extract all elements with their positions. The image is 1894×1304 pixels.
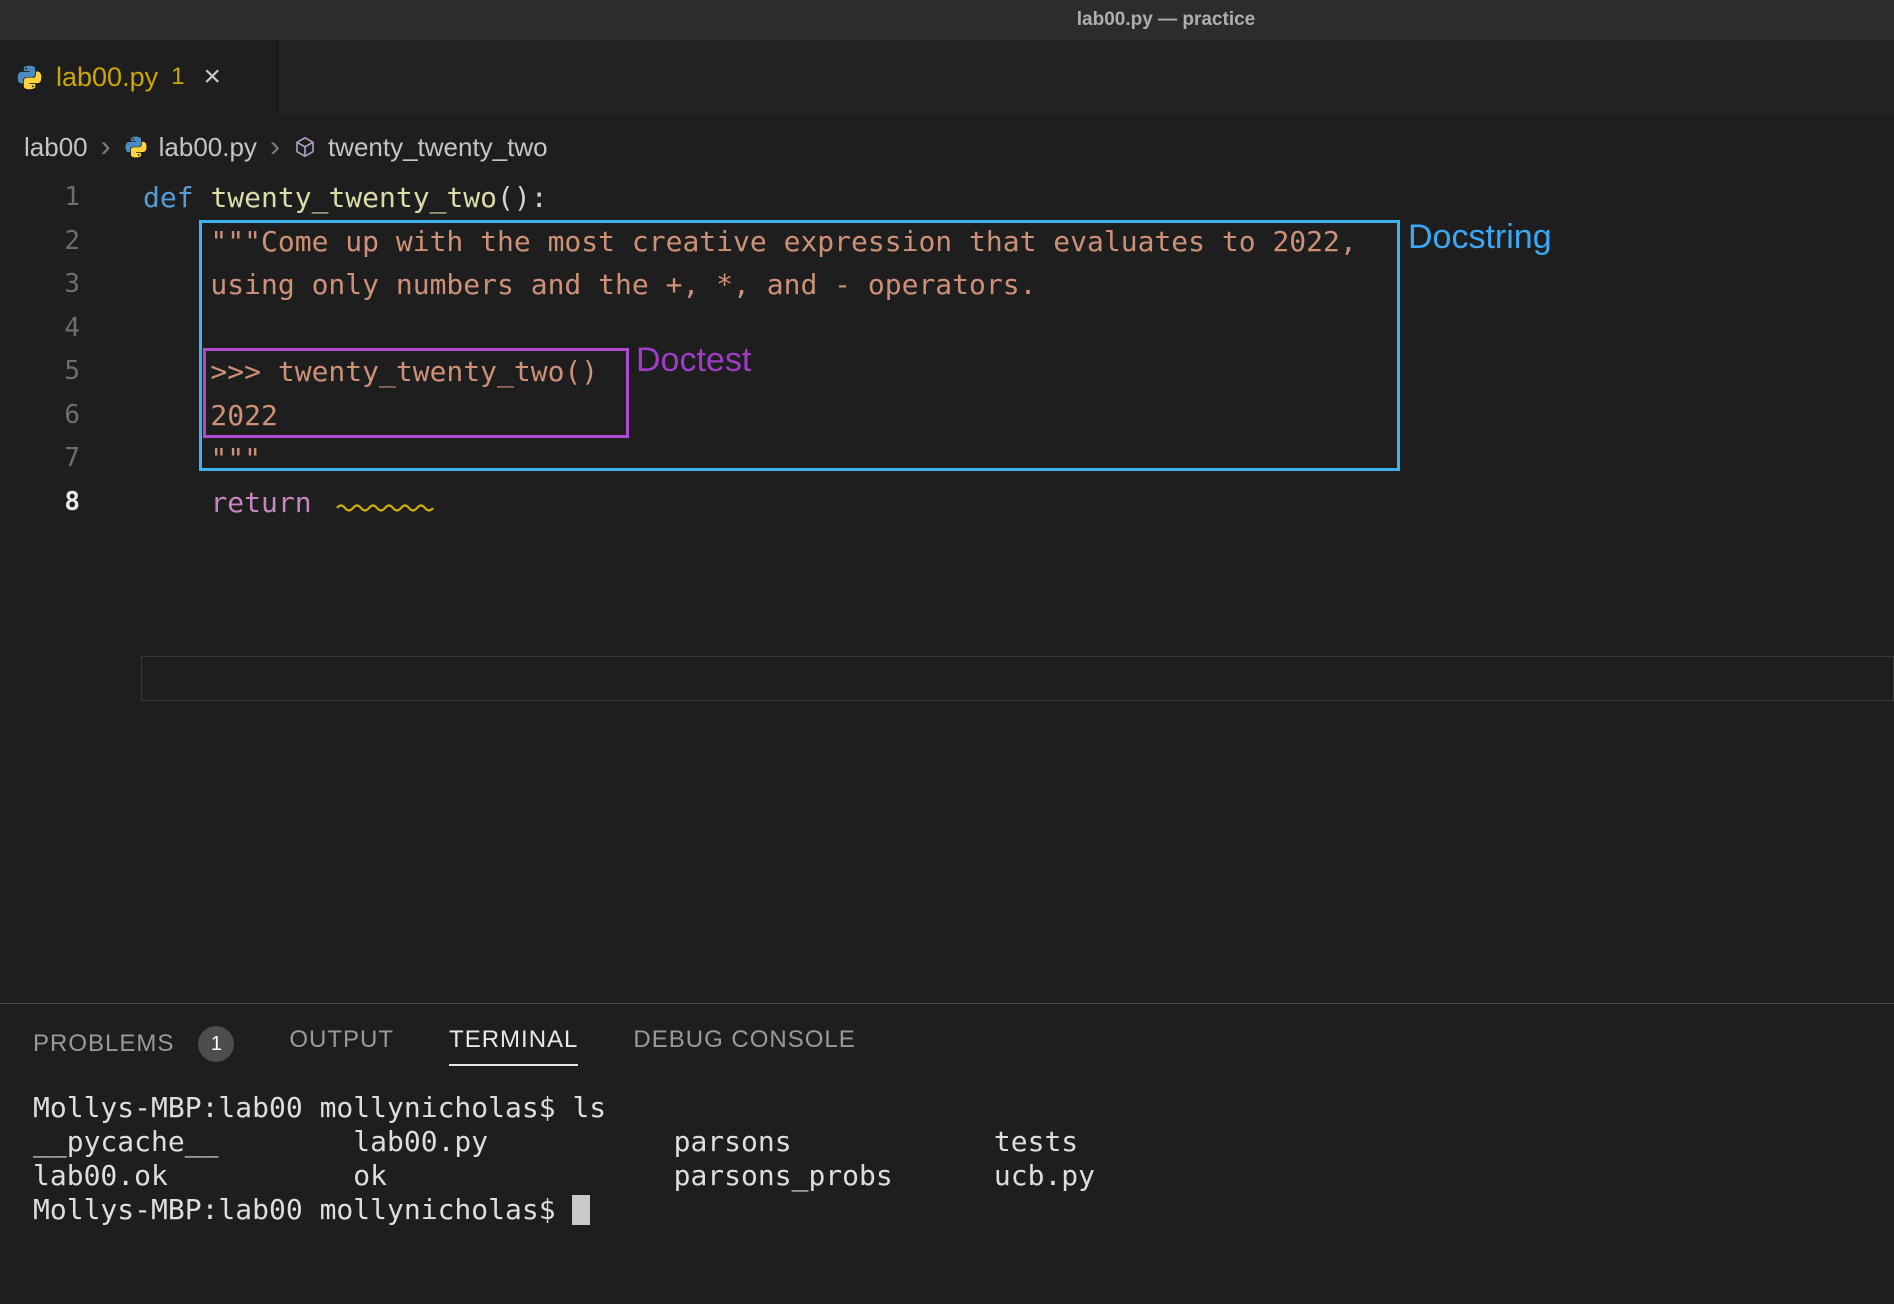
breadcrumb-symbol[interactable]: twenty_twenty_two — [328, 132, 548, 163]
code-line[interactable]: """Come up with the most creative expres… — [143, 220, 1357, 264]
code-token: def — [143, 181, 194, 214]
vscode-window: { "colors": { "docstring_box": "#3ab5f2"… — [0, 0, 1894, 1304]
tab-bar: lab00.py 1 × — [0, 40, 1894, 114]
terminal-line: Mollys-MBP:lab00 mollynicholas$ ls — [33, 1091, 1095, 1125]
breadcrumb-file[interactable]: lab00.py — [159, 132, 257, 163]
panel-tab-label: TERMINAL — [449, 1026, 578, 1054]
code-line[interactable]: """ — [143, 437, 1357, 481]
code-line[interactable]: using only numbers and the +, *, and - o… — [143, 263, 1357, 307]
line-number[interactable]: 1 — [0, 176, 80, 220]
code-token: """ — [143, 442, 261, 475]
problems-count-badge: 1 — [198, 1026, 234, 1062]
code-token: (): — [497, 181, 548, 214]
line-number[interactable]: 3 — [0, 263, 80, 307]
window-title: lab00.py — practice — [1077, 0, 1255, 40]
panel-tab-label: DEBUG CONSOLE — [633, 1026, 855, 1054]
panel-tab-output[interactable]: OUTPUT — [289, 1026, 394, 1066]
chevron-right-icon: › — [268, 130, 282, 164]
code-token: return — [210, 486, 311, 519]
doctest-annotation-label: Doctest — [636, 341, 751, 380]
code-token — [194, 181, 211, 214]
code-editor[interactable]: 12345678 def twenty_twenty_two(): """Com… — [0, 176, 1894, 1003]
panel-tabs: PROBLEMS 1 OUTPUT TERMINAL DEBUG CONSOLE — [33, 1026, 856, 1074]
panel-tab-label: OUTPUT — [289, 1026, 394, 1054]
current-line-highlight — [141, 656, 1894, 701]
bottom-panel: PROBLEMS 1 OUTPUT TERMINAL DEBUG CONSOLE Mol… — [0, 1003, 1894, 1304]
symbol-namespace-icon — [293, 135, 317, 159]
line-number[interactable]: 5 — [0, 350, 80, 394]
panel-tab-problems[interactable]: PROBLEMS 1 — [33, 1026, 234, 1074]
line-number[interactable]: 6 — [0, 394, 80, 438]
line-number[interactable]: 4 — [0, 307, 80, 351]
line-number[interactable]: 7 — [0, 437, 80, 481]
panel-tab-label: PROBLEMS — [33, 1030, 174, 1058]
line-number[interactable]: 8 — [0, 481, 80, 525]
breadcrumb-folder[interactable]: lab00 — [24, 132, 88, 163]
chevron-right-icon: › — [99, 130, 113, 164]
terminal-cursor — [572, 1195, 590, 1225]
code-line[interactable]: def twenty_twenty_two(): — [143, 176, 1357, 220]
terminal-output[interactable]: Mollys-MBP:lab00 mollynicholas$ ls__pyca… — [33, 1091, 1095, 1227]
code-token: using only numbers and the +, *, and - o… — [143, 268, 1036, 301]
code-token — [143, 486, 210, 519]
code-token: >>> twenty_twenty_two() — [143, 355, 598, 388]
python-icon — [124, 135, 148, 159]
code-token: 2022 — [143, 399, 278, 432]
code-token: twenty_twenty_two — [210, 181, 497, 214]
editor-tab-lab00[interactable]: lab00.py 1 × — [0, 40, 278, 114]
gutter: 12345678 — [0, 176, 110, 524]
python-icon — [16, 64, 43, 91]
tab-filename: lab00.py — [56, 62, 158, 93]
panel-tab-debug-console[interactable]: DEBUG CONSOLE — [633, 1026, 855, 1066]
terminal-line: Mollys-MBP:lab00 mollynicholas$ — [33, 1193, 1095, 1227]
code-line[interactable]: return — [143, 481, 1357, 525]
breadcrumb: lab00 › lab00.py › twenty_twenty_two — [0, 118, 1894, 176]
code-token — [312, 486, 329, 519]
code-line[interactable]: 2022 — [143, 394, 1357, 438]
docstring-annotation-label: Docstring — [1408, 218, 1552, 257]
panel-tab-terminal[interactable]: TERMINAL — [449, 1026, 578, 1066]
titlebar: lab00.py — practice — [0, 0, 1894, 40]
terminal-line: lab00.ok ok parsons_probs ucb.py — [33, 1159, 1095, 1193]
terminal-line: __pycache__ lab00.py parsons tests — [33, 1125, 1095, 1159]
tab-close-icon[interactable]: × — [203, 62, 221, 92]
code-token: """Come up with the most creative expres… — [143, 225, 1357, 258]
tab-problem-count: 1 — [171, 63, 184, 91]
line-number[interactable]: 2 — [0, 220, 80, 264]
error-squiggle-icon — [336, 481, 434, 491]
